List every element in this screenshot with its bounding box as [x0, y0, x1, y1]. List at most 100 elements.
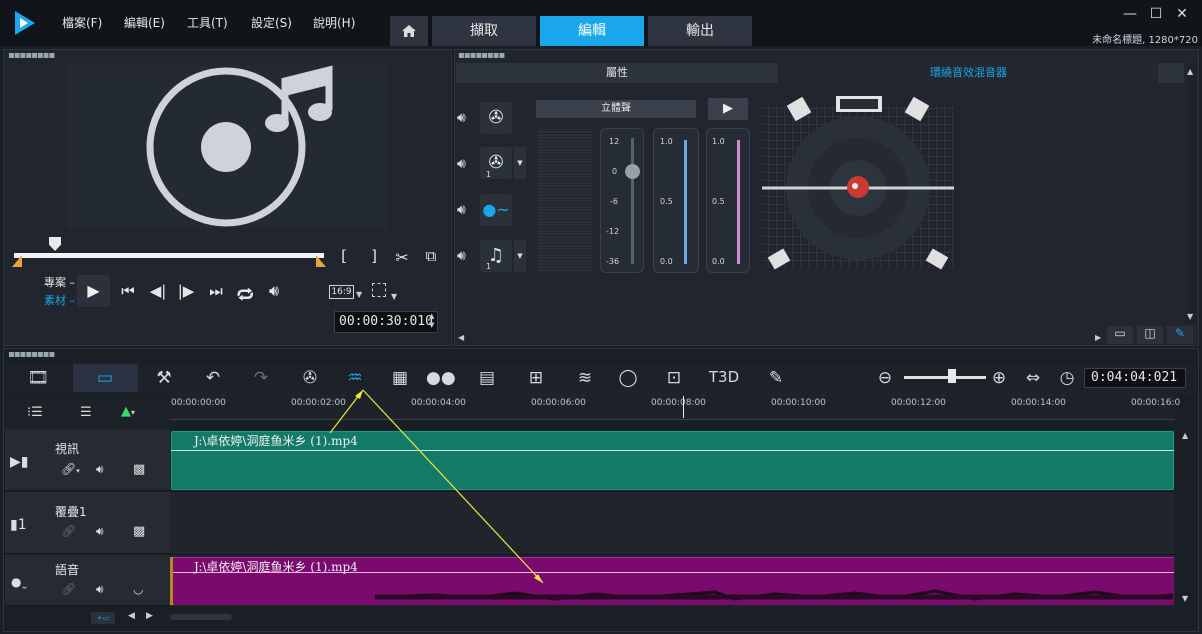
- mixer-speaker-icon-2[interactable]: 🔊︎: [457, 156, 466, 172]
- menu-file[interactable]: 檔案(F): [62, 14, 102, 31]
- tab-surround-mixer[interactable]: 環繞音效混音器: [780, 63, 1157, 83]
- home-tab[interactable]: [390, 16, 428, 46]
- volume-icon[interactable]: 🔊︎: [263, 281, 285, 301]
- music-track-dropdown-icon[interactable]: ▼: [514, 240, 526, 272]
- zoom-in-icon[interactable]: ⊕: [985, 368, 1013, 388]
- enlarge-preview-icon[interactable]: ⧉: [421, 247, 441, 265]
- mixer-speaker-icon-3[interactable]: 🔊︎: [457, 202, 466, 218]
- stereo-mode-dropdown[interactable]: 立體聲: [536, 100, 696, 118]
- mixer-speaker-icon-1[interactable]: 🔊︎: [457, 110, 466, 126]
- menu-settings[interactable]: 設定(S): [251, 14, 292, 31]
- home-start-icon[interactable]: ⏮: [118, 282, 138, 300]
- minimize-button[interactable]: —: [1120, 6, 1140, 24]
- video-mute-icon[interactable]: 🔊︎: [96, 462, 104, 477]
- sound-mixer-icon[interactable]: ♒: [341, 368, 369, 388]
- mixer-view-icon-2[interactable]: ◫: [1137, 326, 1163, 344]
- previous-frame-icon[interactable]: ◀|: [148, 282, 168, 300]
- voice-waveform-icon[interactable]: ◡: [133, 582, 143, 596]
- mixer-panel-grip[interactable]: ▪▪▪▪▪▪▪▪: [458, 50, 505, 61]
- music-track-note-icon[interactable]: ♫: [480, 240, 512, 272]
- overlay-mute-icon[interactable]: 🔊︎: [96, 524, 104, 539]
- end-icon[interactable]: ⏭: [206, 282, 226, 300]
- record-capture-icon[interactable]: ✇: [296, 368, 324, 388]
- chapter-cue-icon[interactable]: ☰: [80, 405, 92, 420]
- video-link-icon[interactable]: 🔗︎▾: [61, 462, 80, 476]
- storyboard-view-icon[interactable]: 🎞︎: [24, 368, 52, 388]
- mark-out-button[interactable]: ]: [366, 247, 382, 265]
- pan-meter-bar[interactable]: [737, 140, 740, 264]
- mark-in-button[interactable]: [: [336, 247, 352, 265]
- maximize-button[interactable]: ☐: [1146, 6, 1166, 24]
- volume-slider-track[interactable]: [631, 138, 634, 264]
- multi-camera-icon[interactable]: ⊞: [522, 368, 550, 388]
- next-frame-icon[interactable]: |▶: [176, 282, 196, 300]
- pan-zoom-icon[interactable]: ⊡: [660, 368, 688, 388]
- menu-tools[interactable]: 工具(T): [187, 14, 228, 31]
- player-panel-grip[interactable]: ▪▪▪▪▪▪▪▪: [8, 50, 55, 61]
- surround-field[interactable]: [760, 92, 956, 272]
- split-clip-icon[interactable]: ✂: [393, 248, 411, 267]
- voice-track-mic-icon[interactable]: ●~: [480, 194, 512, 226]
- add-track-icon[interactable]: +▭: [91, 612, 115, 624]
- timeline-scroll-right-icon[interactable]: ▶: [146, 611, 153, 621]
- fit-project-icon[interactable]: ⇔: [1019, 368, 1047, 388]
- undo-icon[interactable]: ↶: [199, 368, 227, 388]
- scrubber-bar[interactable]: [14, 253, 324, 258]
- crop-tool-icon[interactable]: [372, 283, 386, 297]
- timeline-scroll-left-icon[interactable]: ◀: [128, 611, 135, 621]
- clip-mode-label[interactable]: 素材 –: [44, 292, 75, 308]
- tab-share[interactable]: 輸出: [648, 16, 752, 46]
- tab-edit[interactable]: 編輯: [540, 16, 644, 46]
- mixer-edit-icon[interactable]: ✎: [1167, 326, 1193, 344]
- video-track-film-icon[interactable]: ✇: [480, 102, 512, 134]
- ripple-editing-icon[interactable]: ▲▾: [121, 404, 135, 419]
- mixer-scroll-up-icon[interactable]: ▲: [1187, 67, 1193, 76]
- mixer-scroll-right-icon[interactable]: ▶: [1095, 333, 1101, 342]
- project-duration-icon[interactable]: ◷: [1053, 368, 1081, 388]
- mask-creator-icon[interactable]: ◯: [614, 368, 642, 388]
- motion-tracking-icon[interactable]: ●●: [426, 368, 456, 388]
- timeline-timecode[interactable]: 0:04:04:021: [1084, 368, 1186, 388]
- zoom-slider-thumb[interactable]: [948, 369, 956, 383]
- voice-link-icon[interactable]: 🔗︎: [61, 582, 76, 596]
- timeline-scroll-down-icon[interactable]: ▼: [1182, 594, 1188, 603]
- tab-capture[interactable]: 擷取: [432, 16, 536, 46]
- mixer-view-icon-1[interactable]: ▭: [1107, 326, 1133, 344]
- mixer-scrollbar[interactable]: [1186, 66, 1196, 324]
- mixer-play-button[interactable]: ▶: [708, 98, 748, 120]
- overlay-track-film-icon[interactable]: ✇: [480, 147, 512, 179]
- preview-timecode[interactable]: 00:00:30:010: [334, 311, 438, 333]
- timeline-vertical-scrollbar[interactable]: [1177, 430, 1197, 606]
- playhead[interactable]: [683, 396, 684, 418]
- overlay-track-dropdown-icon[interactable]: ▼: [514, 147, 526, 179]
- redo-icon[interactable]: ↷: [247, 368, 275, 388]
- aspect-dropdown-icon[interactable]: ▼: [356, 290, 362, 299]
- timeline-panel-grip[interactable]: ▪▪▪▪▪▪▪▪: [8, 349, 55, 360]
- painting-creator-icon[interactable]: ✎: [762, 368, 790, 388]
- close-button[interactable]: ✕: [1172, 6, 1192, 24]
- balance-meter-bar[interactable]: [684, 140, 687, 264]
- mixer-scroll-left-icon[interactable]: ◀: [458, 333, 464, 342]
- menu-edit[interactable]: 編輯(E): [124, 14, 165, 31]
- repeat-icon[interactable]: 🔁︎: [234, 281, 256, 307]
- subtitle-editor-icon[interactable]: ▤: [473, 368, 501, 388]
- menu-help[interactable]: 說明(H): [313, 14, 355, 31]
- mixer-speaker-icon-4[interactable]: 🔊︎: [457, 248, 466, 264]
- overlay-link-icon[interactable]: 🔗︎: [61, 524, 76, 538]
- auto-music-icon[interactable]: ▦: [386, 368, 414, 388]
- time-remapping-icon[interactable]: ≋: [571, 368, 599, 388]
- zoom-slider[interactable]: [904, 376, 986, 379]
- overlay-show-icon[interactable]: ▩: [133, 524, 145, 539]
- timeline-scroll-up-icon[interactable]: ▲: [1182, 431, 1188, 440]
- voice-mute-icon[interactable]: 🔊︎: [96, 582, 104, 597]
- tab-properties[interactable]: 屬性: [456, 63, 778, 83]
- zoom-out-icon[interactable]: ⊖: [871, 368, 899, 388]
- aspect-ratio-button[interactable]: 16:9: [329, 285, 354, 299]
- toolbox-icon[interactable]: ⚒: [150, 368, 178, 388]
- volume-slider-knob[interactable]: [625, 164, 640, 179]
- track-manager-icon[interactable]: ⁝☰: [27, 405, 43, 420]
- timeline-view-icon[interactable]: ▭: [91, 368, 119, 388]
- crop-dropdown-icon[interactable]: ▼: [391, 292, 397, 301]
- play-button[interactable]: ▶: [77, 275, 110, 307]
- 3d-title-editor-icon[interactable]: T3D: [706, 368, 742, 386]
